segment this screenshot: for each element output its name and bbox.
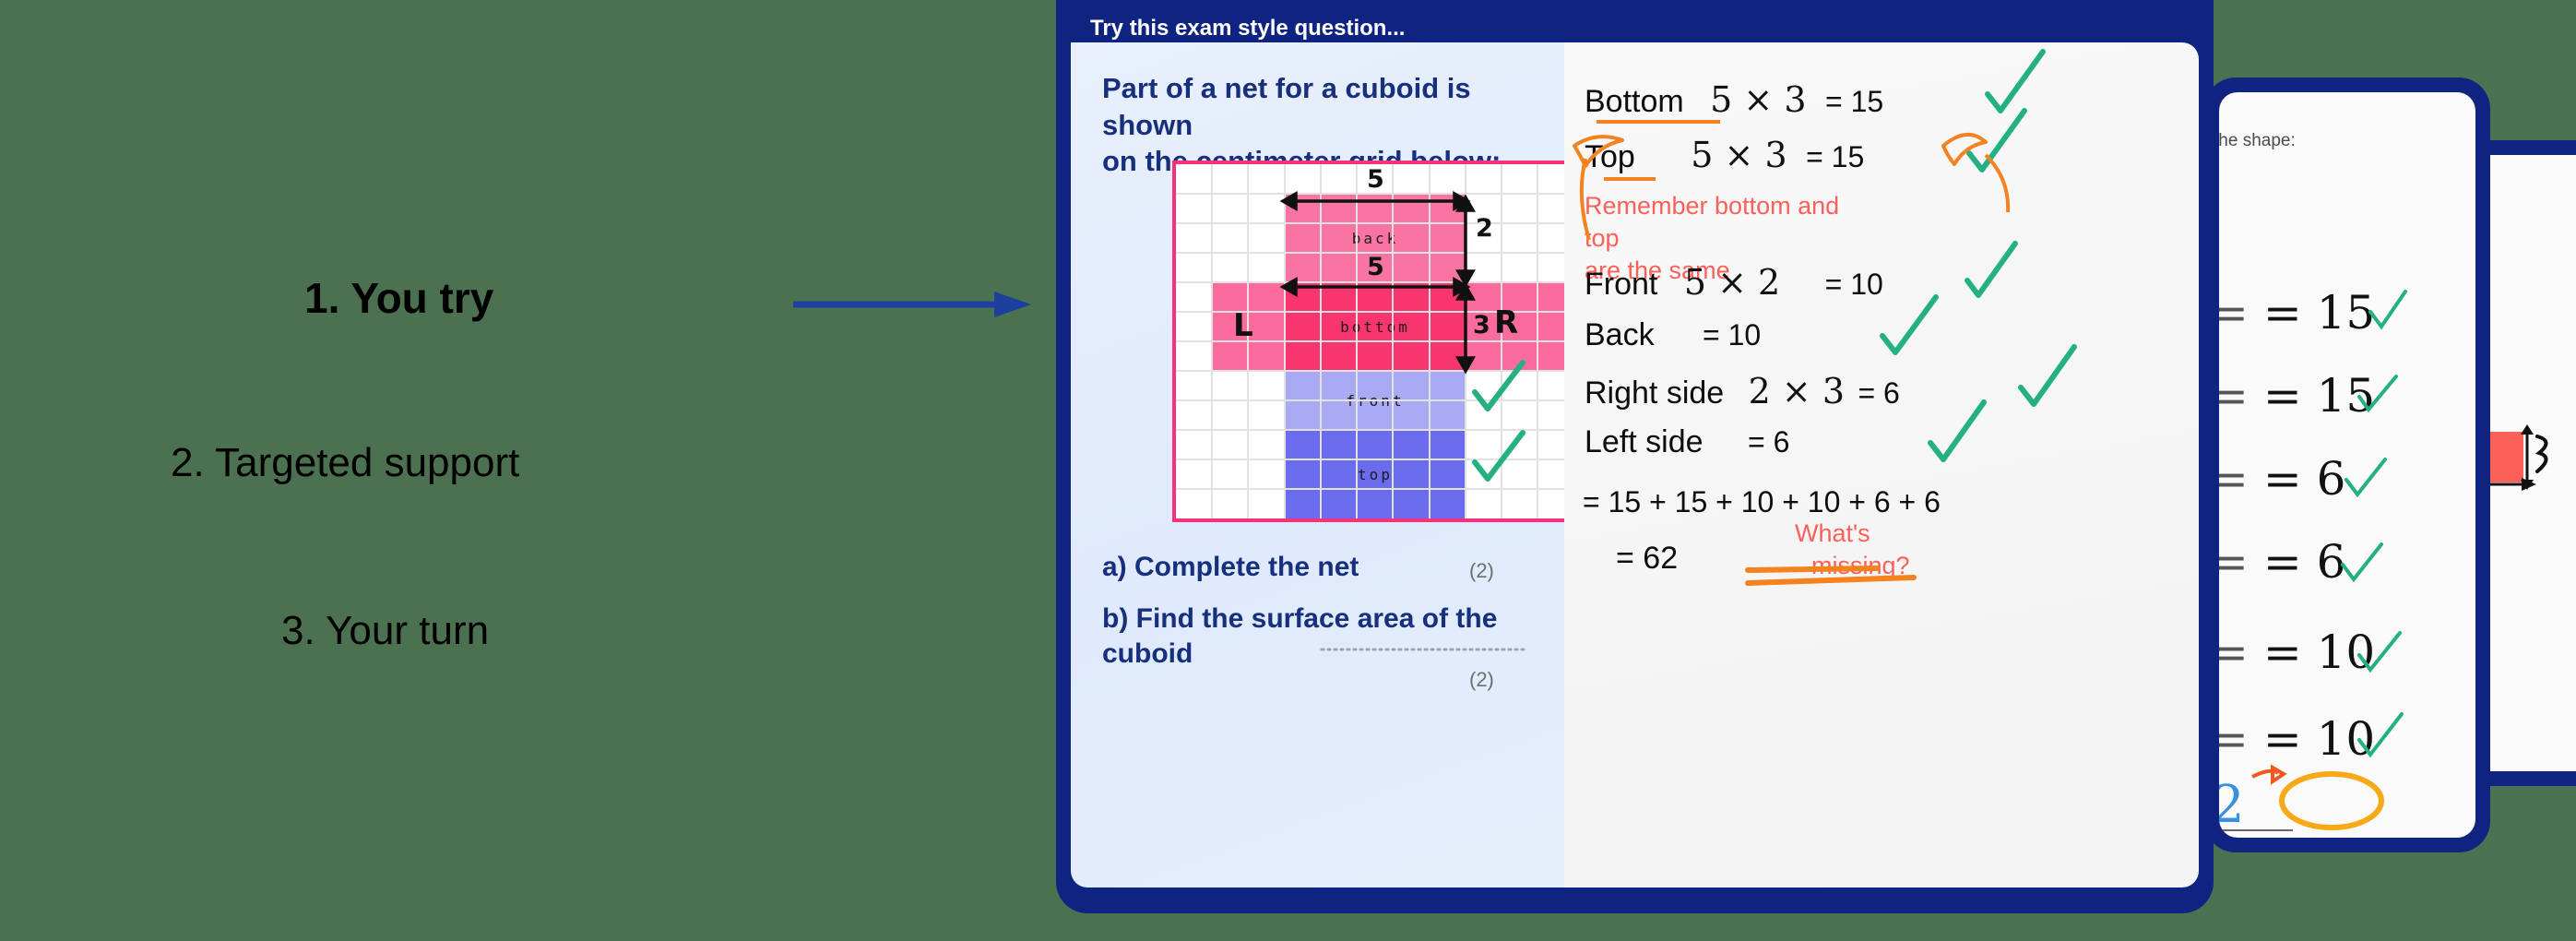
working-calc-front: 5 × 2 — [1683, 262, 1781, 303]
bg2-result-6: = = 10 — [2219, 712, 2376, 766]
step-item-2: 2. Targeted support — [171, 440, 520, 485]
annotation-left-mark: L — [1233, 307, 1253, 344]
annotation-right-mark: R — [1494, 304, 1519, 341]
working-row-bottom: Bottom 5 × 3 = 15 — [1585, 79, 1883, 120]
steps-list: 1. You try 2. Targeted support 3. Your t… — [0, 0, 1061, 941]
question-prompt-line-1: Part of a net for a cuboid is shown — [1102, 72, 1471, 141]
bg2-result-5: = = 10 — [2219, 625, 2376, 679]
working-result-left-side: = 6 — [1747, 425, 1790, 459]
background-card-2[interactable]: the shape: = = 15 = = 15 = = 6 = = 6 = =… — [2204, 77, 2490, 852]
bg2-result-3: = = 6 — [2219, 452, 2346, 506]
working-total-line: = 62 — [1616, 541, 1679, 576]
working-label-back: Back — [1585, 317, 1655, 352]
working-row-top: Top 5 × 3 = 15 — [1585, 135, 1864, 175]
working-label-top: Top — [1585, 139, 1635, 174]
net-face-back-label: back — [1351, 229, 1399, 247]
working-calc-top: 5 × 3 — [1691, 135, 1787, 175]
bg2-result-2: = = 15 — [2219, 369, 2376, 423]
bg2-circled-value: 2 — [2219, 775, 2245, 835]
bg2-header-text: the shape: — [2219, 131, 2296, 150]
bg2-result-4: = = 6 — [2219, 535, 2346, 589]
net-figure: back bottom front top 5 2 5 3 L R — [1172, 161, 1613, 522]
net-face-top-label: top — [1358, 465, 1393, 483]
background-card-2-inner: the shape: = = 15 = = 15 = = 6 = = 6 = =… — [2219, 92, 2475, 838]
working-result-right-side: = 6 — [1858, 376, 1900, 410]
dim-bottom-height: 3 — [1473, 311, 1490, 339]
net-face-front: front — [1285, 371, 1466, 430]
step-item-1: 1. You try — [304, 274, 494, 322]
working-label-front: Front — [1585, 267, 1658, 302]
working-label-right-side: Right side — [1585, 375, 1725, 411]
net-face-front-label: front — [1346, 391, 1405, 410]
dim-bottom-width: 5 — [1367, 253, 1384, 281]
working-label-bottom: Bottom — [1585, 84, 1684, 119]
net-face-bottom-label: bottom — [1340, 317, 1410, 336]
question-part-a-marks: (2) — [1469, 559, 1494, 582]
main-question-card[interactable]: Try this exam style question... Part of … — [1056, 0, 2214, 913]
question-panel: Part of a net for a cuboid is shown on t… — [1071, 42, 1613, 887]
working-result-top: = 15 — [1806, 140, 1865, 173]
working-result-back: = 10 — [1703, 318, 1762, 351]
card-tab-label: Try this exam style question... — [1090, 16, 1406, 41]
working-row-back: Back = 10 — [1585, 317, 1761, 353]
working-row-right-side: Right side 2 × 3 = 6 — [1585, 371, 1900, 411]
bg2-result-1: = = 15 — [2219, 286, 2376, 339]
working-result-bottom: = 15 — [1824, 85, 1884, 118]
working-calc-bottom: 5 × 3 — [1710, 79, 1807, 120]
question-part-b-line-1: b) Find the surface area of the — [1102, 603, 1498, 634]
step-item-3: 3. Your turn — [281, 608, 490, 653]
working-missing-note: What's missing? — [1795, 518, 1979, 582]
working-missing-line-2: missing? — [1811, 552, 1910, 580]
question-part-b-marks: (2) — [1469, 668, 1494, 691]
dim-back-height: 2 — [1476, 214, 1493, 243]
net-face-bottom: bottom — [1285, 282, 1466, 371]
question-part-b-line-2: cuboid — [1102, 638, 1193, 670]
working-note-line-1: Remember bottom and top — [1585, 192, 1840, 253]
dim-back-width: 5 — [1367, 165, 1384, 194]
working-panel: Bottom 5 × 3 = 15 Top 5 × 3 = 15 Remembe… — [1564, 42, 2199, 887]
card-body: Part of a net for a cuboid is shown on t… — [1071, 42, 2199, 887]
question-part-b: b) Find the surface area of the cuboid — [1102, 602, 1497, 673]
centimeter-grid: back bottom front top 5 2 5 3 L R — [1172, 161, 1613, 522]
working-row-left-side: Left side = 6 — [1585, 424, 1789, 460]
working-calc-right-side: 2 × 3 — [1748, 371, 1846, 411]
working-label-left-side: Left side — [1585, 424, 1703, 459]
working-missing-line-1: What's — [1795, 519, 1870, 547]
working-row-front: Front 5 × 2 = 10 — [1585, 262, 1883, 303]
working-sum-line: = 15 + 15 + 10 + 10 + 6 + 6 — [1583, 485, 1941, 518]
net-face-top: top — [1285, 430, 1466, 518]
question-part-a: a) Complete the net — [1102, 552, 1359, 582]
working-result-front: = 10 — [1824, 268, 1883, 301]
right-arrow-icon — [793, 286, 1033, 323]
